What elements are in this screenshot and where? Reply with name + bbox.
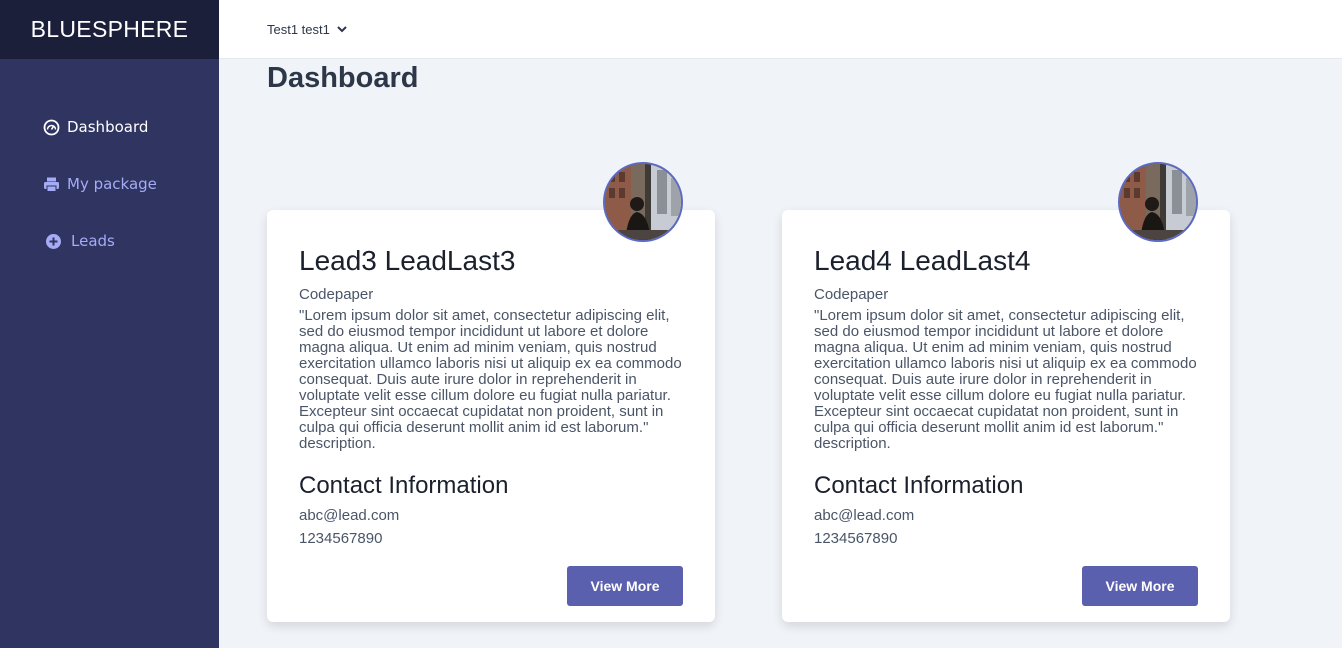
sidebar-item-dashboard[interactable]: Dashboard bbox=[0, 112, 148, 142]
chevron-down-icon bbox=[336, 23, 348, 35]
sidebar-item-leads[interactable]: Leads bbox=[0, 226, 115, 256]
sidebar-item-label: Dashboard bbox=[67, 118, 149, 136]
lead-name: Lead3 LeadLast3 bbox=[299, 245, 516, 276]
lead-company: Codepaper bbox=[299, 286, 374, 303]
dashboard-gauge-icon bbox=[43, 119, 60, 136]
contact-information-heading: Contact Information bbox=[814, 472, 1024, 499]
lead-description: "Lorem ipsum dolor sit amet, consectetur… bbox=[299, 307, 682, 452]
sidebar-item-my-package[interactable]: My package bbox=[0, 169, 157, 199]
lead-company: Codepaper bbox=[814, 286, 889, 303]
plus-circle-icon bbox=[45, 233, 62, 250]
page-title: Dashboard bbox=[267, 62, 419, 94]
lead-phone: 1234567890 bbox=[299, 530, 383, 547]
view-more-button[interactable]: View More bbox=[567, 566, 683, 606]
lead-card: Lead4 LeadLast4 Codepaper "Lorem ipsum d… bbox=[782, 162, 1230, 622]
sidebar-item-label: My package bbox=[67, 175, 157, 193]
sidebar: BLUESPHERE Dashboard My package Leads bbox=[0, 0, 219, 648]
contact-information-heading: Contact Information bbox=[299, 472, 509, 499]
lead-phone: 1234567890 bbox=[814, 530, 898, 547]
printer-icon bbox=[43, 176, 60, 193]
brand-logo[interactable]: BLUESPHERE bbox=[0, 0, 219, 59]
lead-email: abc@lead.com bbox=[814, 507, 915, 524]
top-bar: Test1 test1 bbox=[219, 0, 1342, 59]
lead-email: abc@lead.com bbox=[299, 507, 400, 524]
user-name: Test1 test1 bbox=[267, 21, 330, 37]
lead-card: Lead3 LeadLast3 Codepaper "Lorem ipsum d… bbox=[267, 162, 715, 622]
lead-description: "Lorem ipsum dolor sit amet, consectetur… bbox=[814, 307, 1197, 452]
lead-avatar bbox=[603, 162, 683, 242]
view-more-button[interactable]: View More bbox=[1082, 566, 1198, 606]
lead-name: Lead4 LeadLast4 bbox=[814, 245, 1031, 276]
user-menu[interactable]: Test1 test1 bbox=[267, 22, 348, 37]
lead-avatar bbox=[1118, 162, 1198, 242]
sidebar-item-label: Leads bbox=[71, 232, 115, 250]
